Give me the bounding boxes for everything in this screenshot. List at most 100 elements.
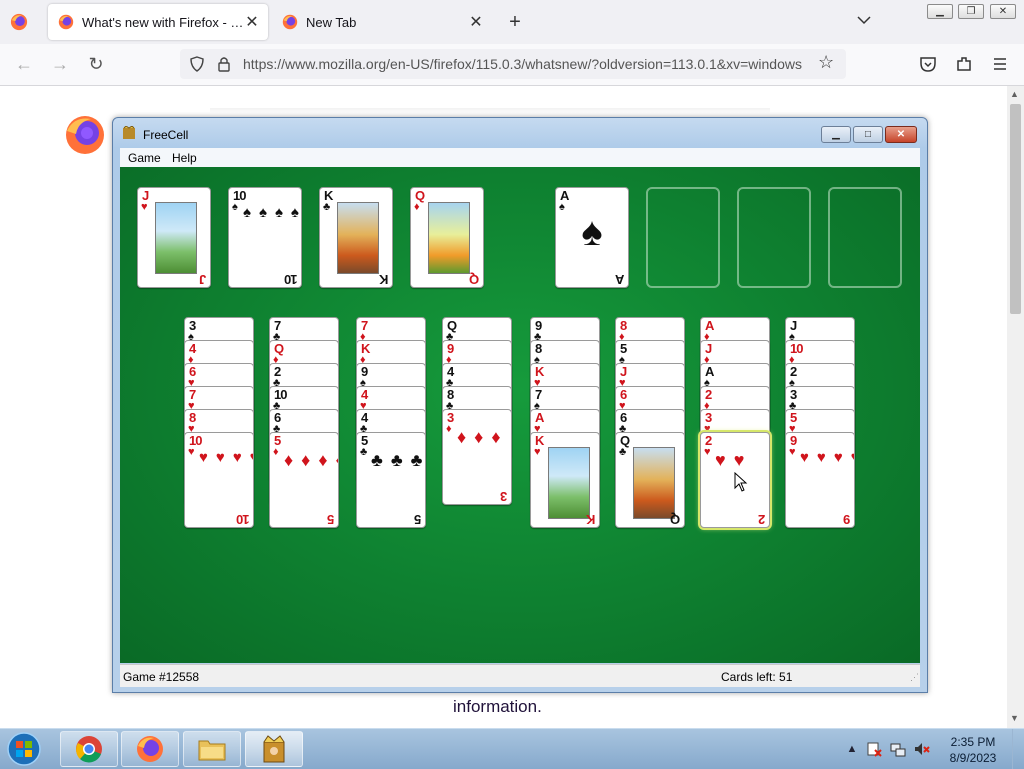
freecell-title: FreeCell xyxy=(143,128,189,142)
scroll-up-icon[interactable]: ▲ xyxy=(1010,89,1019,99)
card-rank-bottom: 2 xyxy=(758,512,765,527)
freecell-app-icon xyxy=(123,126,135,139)
url-bar[interactable]: https://www.mozilla.org/en-US/firefox/11… xyxy=(180,49,846,79)
card-suit-icon: ♦ xyxy=(273,446,279,458)
clock[interactable]: 2:35 PM 8/9/2023 xyxy=(938,734,1008,766)
firefox-menu-icon[interactable] xyxy=(10,13,28,31)
taskbar: ▲ 2:35 PM 8/9/2023 xyxy=(0,728,1024,769)
close-tab-icon[interactable]: ✕ xyxy=(468,12,484,32)
freecell-window: FreeCell ▁ □ ✕ Game Help J♥J10♠♠♠♠♠♠♠♠♠♠… xyxy=(112,117,928,693)
shield-icon[interactable] xyxy=(189,56,205,72)
free-cell-card[interactable]: K ♣ K xyxy=(319,187,393,288)
reload-icon[interactable]: ↻ xyxy=(87,54,105,74)
foundation-slot[interactable] xyxy=(737,187,811,288)
card-suit-icon: ♠ xyxy=(232,201,238,213)
tableau-card[interactable]: 10♥♥♥♥♥♥♥♥♥♥♥10 xyxy=(184,432,254,528)
card-rank-bottom: J xyxy=(199,272,206,287)
foundation-slot[interactable] xyxy=(828,187,902,288)
firefox-logo-icon xyxy=(66,116,104,154)
card-suit-icon: ♣ xyxy=(323,201,331,213)
chrome-icon xyxy=(76,736,102,763)
new-tab-button[interactable]: + xyxy=(505,10,525,34)
page-scrollbar[interactable]: ▲ ▼ xyxy=(1007,86,1024,728)
bookmark-star-icon[interactable]: ☆ xyxy=(818,52,834,73)
tab-label: New Tab xyxy=(306,14,357,30)
card-rank-bottom: 5 xyxy=(327,512,334,527)
foundation-card[interactable]: A ♠ ♠ A xyxy=(555,187,629,288)
ace-suit-icon: ♠ xyxy=(581,210,603,254)
network-icon[interactable] xyxy=(890,741,906,757)
free-cell-card[interactable]: 10♠♠♠♠♠♠♠♠♠♠♠10 xyxy=(228,187,302,288)
firefox-icon xyxy=(137,736,163,762)
mouse-cursor-icon xyxy=(734,472,748,492)
firefox-favicon-icon xyxy=(58,14,74,30)
show-desktop-button[interactable] xyxy=(1012,729,1024,769)
menu-help[interactable]: Help xyxy=(172,151,197,165)
resize-grip-icon[interactable]: ⋰ xyxy=(910,672,919,683)
navigation-toolbar: ← → ↻ https://www.mozilla.org/en-US/fire… xyxy=(0,44,1024,86)
fc-close-button[interactable]: ✕ xyxy=(885,126,917,143)
tab-new-tab[interactable]: New Tab ✕ xyxy=(272,4,492,40)
card-pips: ♦♦♦♦♦ xyxy=(284,450,338,470)
url-text[interactable]: https://www.mozilla.org/en-US/firefox/11… xyxy=(243,56,802,72)
card-table[interactable]: J♥J10♠♠♠♠♠♠♠♠♠♠♠10K♣KQ♦QA♠♠A3♠4♦6♥7♥8♥10… xyxy=(120,167,920,663)
card-rank-bottom: Q xyxy=(670,512,680,527)
foundation-slot[interactable] xyxy=(646,187,720,288)
fc-maximize-button[interactable]: □ xyxy=(853,126,883,143)
back-icon[interactable]: ← xyxy=(15,54,33,74)
taskbar-chrome[interactable] xyxy=(60,731,118,767)
list-all-tabs-icon[interactable] xyxy=(856,12,872,28)
card-suit-icon: ♣ xyxy=(619,446,627,458)
show-hidden-icons[interactable]: ▲ xyxy=(844,741,860,757)
close-window-button[interactable]: ✕ xyxy=(990,4,1016,19)
taskbar-firefox[interactable] xyxy=(121,731,179,767)
tableau-card[interactable]: 5♦♦♦♦♦♦5 xyxy=(269,432,339,528)
card-suit-icon: ♥ xyxy=(188,446,195,458)
tableau-card[interactable]: 3 ♦ ♦♦♦ 3 xyxy=(442,409,512,505)
taskbar-freecell[interactable] xyxy=(245,731,303,767)
card-pips: ♥♥♥♥♥♥♥♥♥♥ xyxy=(199,449,253,466)
tableau-card[interactable]: 5♣♣♣♣♣♣5 xyxy=(356,432,426,528)
free-cell-card[interactable]: Q ♦ Q xyxy=(410,187,484,288)
action-center-icon[interactable] xyxy=(866,741,882,757)
face-card-art xyxy=(337,202,379,274)
card-rank-bottom: 10 xyxy=(284,272,297,287)
face-card-art xyxy=(155,202,197,274)
restore-button[interactable]: ❐ xyxy=(958,4,984,19)
freecell-titlebar[interactable]: FreeCell ▁ □ ✕ xyxy=(113,118,927,148)
fc-minimize-button[interactable]: ▁ xyxy=(821,126,851,143)
card-suit-icon: ♥ xyxy=(789,446,796,458)
scroll-thumb[interactable] xyxy=(1010,104,1021,314)
card-pips: ♥♥♥♥♥♥♥♥♥ xyxy=(800,449,854,466)
card-suit-icon: ♥ xyxy=(704,446,711,458)
freecell-icon xyxy=(263,735,285,763)
clock-date: 8/9/2023 xyxy=(949,751,997,765)
lock-icon[interactable] xyxy=(217,56,231,72)
card-rank-bottom: Q xyxy=(469,272,479,287)
card-rank-bottom: 3 xyxy=(500,489,507,504)
start-button[interactable] xyxy=(4,731,44,767)
pocket-icon[interactable] xyxy=(919,55,937,73)
volume-muted-icon[interactable] xyxy=(914,741,930,757)
menu-game[interactable]: Game xyxy=(128,151,161,165)
explorer-icon xyxy=(198,740,226,761)
tableau-card[interactable]: K ♥ K xyxy=(530,432,600,528)
card-pips: ♣♣♣♣♣ xyxy=(371,450,425,470)
extensions-icon[interactable] xyxy=(955,55,973,73)
status-bar: Game #12558 Cards left: 51 ⋰ xyxy=(120,664,920,687)
tableau-card[interactable]: 9♥♥♥♥♥♥♥♥♥♥9 xyxy=(785,432,855,528)
app-menu-icon[interactable] xyxy=(991,55,1009,73)
card-rank-bottom: 10 xyxy=(236,512,249,527)
card-suit-icon: ♦ xyxy=(414,201,420,213)
taskbar-explorer[interactable] xyxy=(183,731,241,767)
free-cell-card[interactable]: J ♥ J xyxy=(137,187,211,288)
clock-time: 2:35 PM xyxy=(950,735,996,749)
minimize-button[interactable]: ▁ xyxy=(927,4,953,19)
freecell-menubar: Game Help xyxy=(120,148,920,167)
card-rank-bottom: K xyxy=(586,512,595,527)
tableau-card[interactable]: Q ♣ Q xyxy=(615,432,685,528)
forward-icon[interactable]: → xyxy=(51,54,69,74)
tab-whats-new[interactable]: What's new with Firefox - More ✕ xyxy=(48,4,268,40)
close-tab-icon[interactable]: ✕ xyxy=(244,12,260,32)
scroll-down-icon[interactable]: ▼ xyxy=(1010,713,1019,723)
